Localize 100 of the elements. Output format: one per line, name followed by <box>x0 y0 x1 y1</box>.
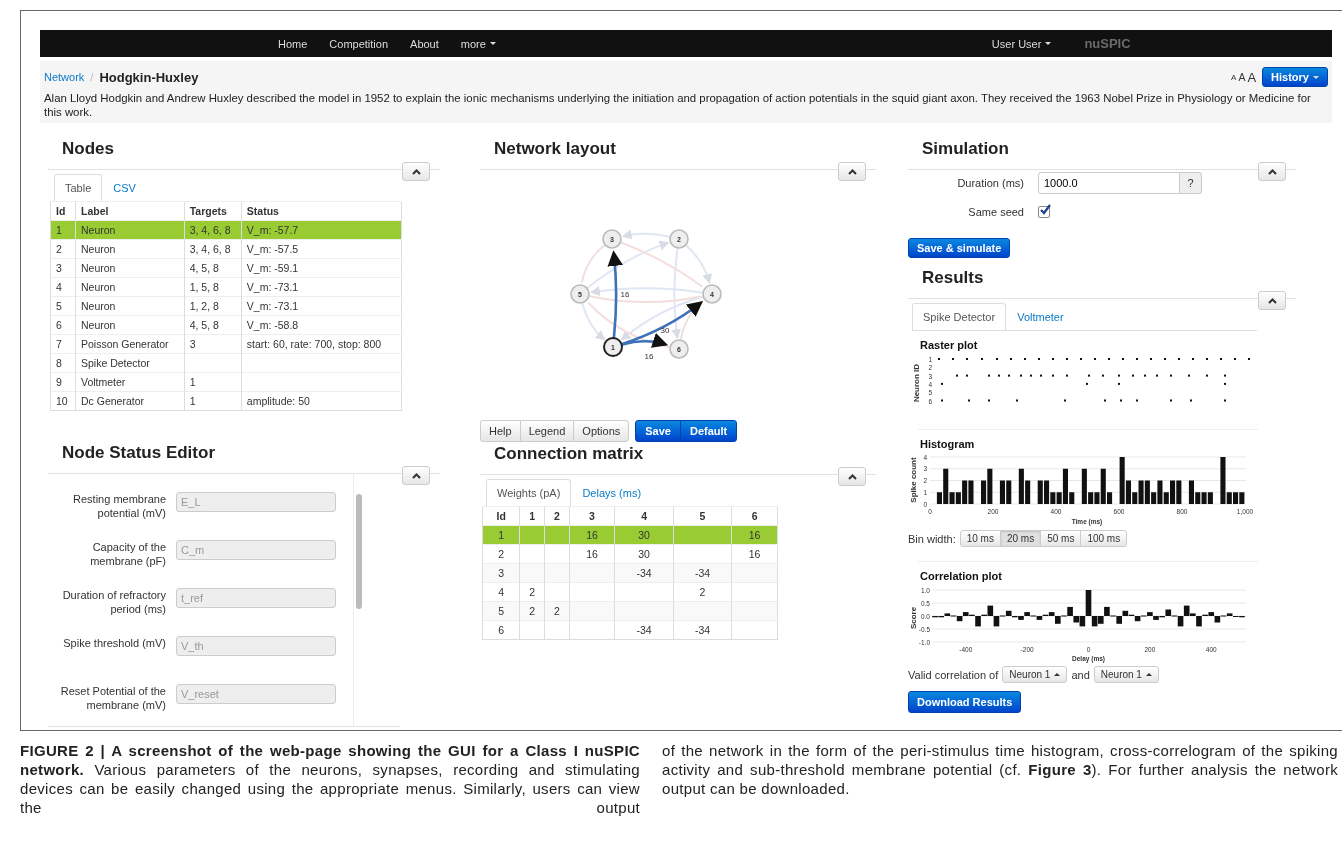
toolbar-button[interactable]: Save <box>635 420 681 442</box>
table-row[interactable]: 9 Voltmeter 1 <box>50 372 402 392</box>
collapse-button[interactable] <box>1258 291 1286 310</box>
table-row[interactable]: 1 Neuron 3, 4, 6, 8 V_m: -57.7 <box>50 220 402 240</box>
column-header: 3 <box>589 510 595 522</box>
table-row[interactable]: 1 16 30 16 <box>482 525 778 545</box>
table-row[interactable]: 3 -34 -34 <box>482 563 778 583</box>
bin-width-label: Bin width: <box>908 532 956 545</box>
nav-link[interactable]: Home <box>267 37 319 50</box>
caret-icon <box>1145 673 1152 676</box>
user-menu[interactable]: User User <box>980 37 1063 50</box>
connection-arrow[interactable] <box>620 333 668 349</box>
text-size-link[interactable]: A <box>1247 69 1257 85</box>
toolbar-button[interactable]: Help <box>480 420 521 442</box>
caret-icon <box>1045 42 1052 45</box>
toolbar-button[interactable]: Legend <box>519 420 575 442</box>
table-cell: 4 <box>498 586 505 598</box>
table-cell: 3 <box>56 262 62 274</box>
breadcrumb-link[interactable]: Network <box>44 71 85 83</box>
duration-field[interactable]: 1000.0 <box>1038 172 1180 194</box>
bin-width-button[interactable]: 100 ms <box>1080 530 1128 547</box>
text-size-link[interactable]: A <box>1231 72 1237 82</box>
table-cell: -34 <box>636 624 652 636</box>
table-row[interactable]: 8 Spike Detector <box>50 353 402 373</box>
chevron-up-icon <box>847 168 857 175</box>
bin-width-button[interactable]: 10 ms <box>959 530 1001 547</box>
tab[interactable]: Voltmeter <box>1006 303 1075 330</box>
column-header: 1 <box>529 510 536 522</box>
axis-label: Spike count <box>910 457 918 503</box>
table-cell: 2 <box>56 243 62 255</box>
neuron-dropdown[interactable]: Neuron 1 <box>1002 666 1068 683</box>
tab[interactable]: Weights (pA) <box>486 479 572 506</box>
breadcrumb-separator: / <box>90 71 94 83</box>
nav-link[interactable]: About <box>399 37 450 50</box>
collapse-button[interactable] <box>838 467 866 486</box>
tab[interactable]: CSV <box>102 174 147 201</box>
tab[interactable]: Delays (ms) <box>571 479 653 506</box>
table-row[interactable]: 6 -34 -34 <box>482 620 778 640</box>
table-cell: 3, 4, 6, 8 <box>189 243 231 255</box>
tab[interactable]: Table <box>54 174 103 201</box>
connection-arrow[interactable] <box>606 250 623 339</box>
field-label: Same seed <box>967 206 1024 218</box>
chevron-up-icon <box>1267 297 1277 304</box>
table-cell: 10 <box>56 395 68 407</box>
field-label: Reset Potential of the membrane (mV) <box>59 684 166 712</box>
table-cell: 4, 5, 8 <box>189 319 219 331</box>
section-title: Connection matrix <box>494 444 644 464</box>
table-cell: 8 <box>56 357 62 369</box>
save-simulate-button[interactable]: Save & simulate <box>908 238 1011 258</box>
table-row[interactable]: 5 Neuron 1, 2, 8 V_m: -73.1 <box>50 296 402 316</box>
table-row[interactable]: 6 Neuron 4, 5, 8 V_m: -58.8 <box>50 315 402 335</box>
table-row[interactable]: 10 Dc Generator 1 amplitude: 50 <box>50 391 402 411</box>
field-label: Duration of refractory period (ms) <box>61 588 166 616</box>
caret-icon <box>1054 673 1061 676</box>
table-cell: 1 <box>498 529 505 541</box>
toolbar-button[interactable]: Default <box>679 420 738 442</box>
table-row[interactable]: 5 2 2 <box>482 601 778 621</box>
table-cell: V_m: -59.1 <box>246 262 299 274</box>
section-title: Results <box>922 268 984 288</box>
table-cell: Neuron <box>81 319 116 331</box>
table-row[interactable]: 4 Neuron 1, 5, 8 V_m: -73.1 <box>50 277 402 297</box>
section-title: Simulation <box>922 139 1009 159</box>
bin-width-button[interactable]: 20 ms <box>999 530 1042 547</box>
connection-arrow[interactable] <box>620 301 703 346</box>
table-cell: 5 <box>498 605 505 617</box>
column-header: Id <box>496 510 506 522</box>
collapse-button[interactable] <box>1258 162 1286 181</box>
nav-link[interactable]: more <box>449 37 507 50</box>
collapse-button[interactable] <box>402 466 430 485</box>
toolbar-button[interactable]: Options <box>573 420 630 442</box>
axis-label: Score <box>910 606 918 630</box>
chevron-up-icon <box>411 168 421 175</box>
help-button[interactable]: ? <box>1180 172 1202 194</box>
connection-line[interactable] <box>620 295 704 341</box>
neuron-dropdown[interactable]: Neuron 1 <box>1093 666 1159 683</box>
table-cell: 2 <box>498 548 505 560</box>
table-row[interactable]: 7 Poisson Generator 3 start: 60, rate: 700, stop: 800 <box>50 334 402 354</box>
table-row[interactable]: 3 Neuron 4, 5, 8 V_m: -59.1 <box>50 258 402 278</box>
table-cell: V_m: -58.8 <box>246 319 299 331</box>
table-cell: Neuron <box>81 243 116 255</box>
connection-line[interactable] <box>585 240 670 290</box>
text-size-link[interactable]: A <box>1238 71 1246 83</box>
table-cell: 1, 5, 8 <box>189 281 219 293</box>
table-cell: Dc Generator <box>81 395 145 407</box>
column-header: 4 <box>641 510 647 522</box>
table-cell: 7 <box>56 338 62 350</box>
tab[interactable]: Spike Detector <box>912 303 1007 330</box>
checkbox[interactable] <box>1038 206 1050 218</box>
nav-link[interactable]: Competition <box>318 37 400 50</box>
bin-width-button[interactable]: 50 ms <box>1040 530 1082 547</box>
table-cell: 2 <box>553 605 560 617</box>
scrollbar[interactable] <box>356 494 362 609</box>
table-cell: amplitude: 50 <box>246 395 310 407</box>
collapse-button[interactable] <box>838 162 866 181</box>
history-button[interactable]: History <box>1262 67 1328 87</box>
collapse-button[interactable] <box>402 162 430 181</box>
table-row[interactable]: 2 Neuron 3, 4, 6, 8 V_m: -57.5 <box>50 239 402 259</box>
download-button[interactable]: Download Results <box>908 691 1022 713</box>
table-cell: start: 60, rate: 700, stop: 800 <box>246 338 382 350</box>
chevron-up-icon <box>847 473 857 480</box>
